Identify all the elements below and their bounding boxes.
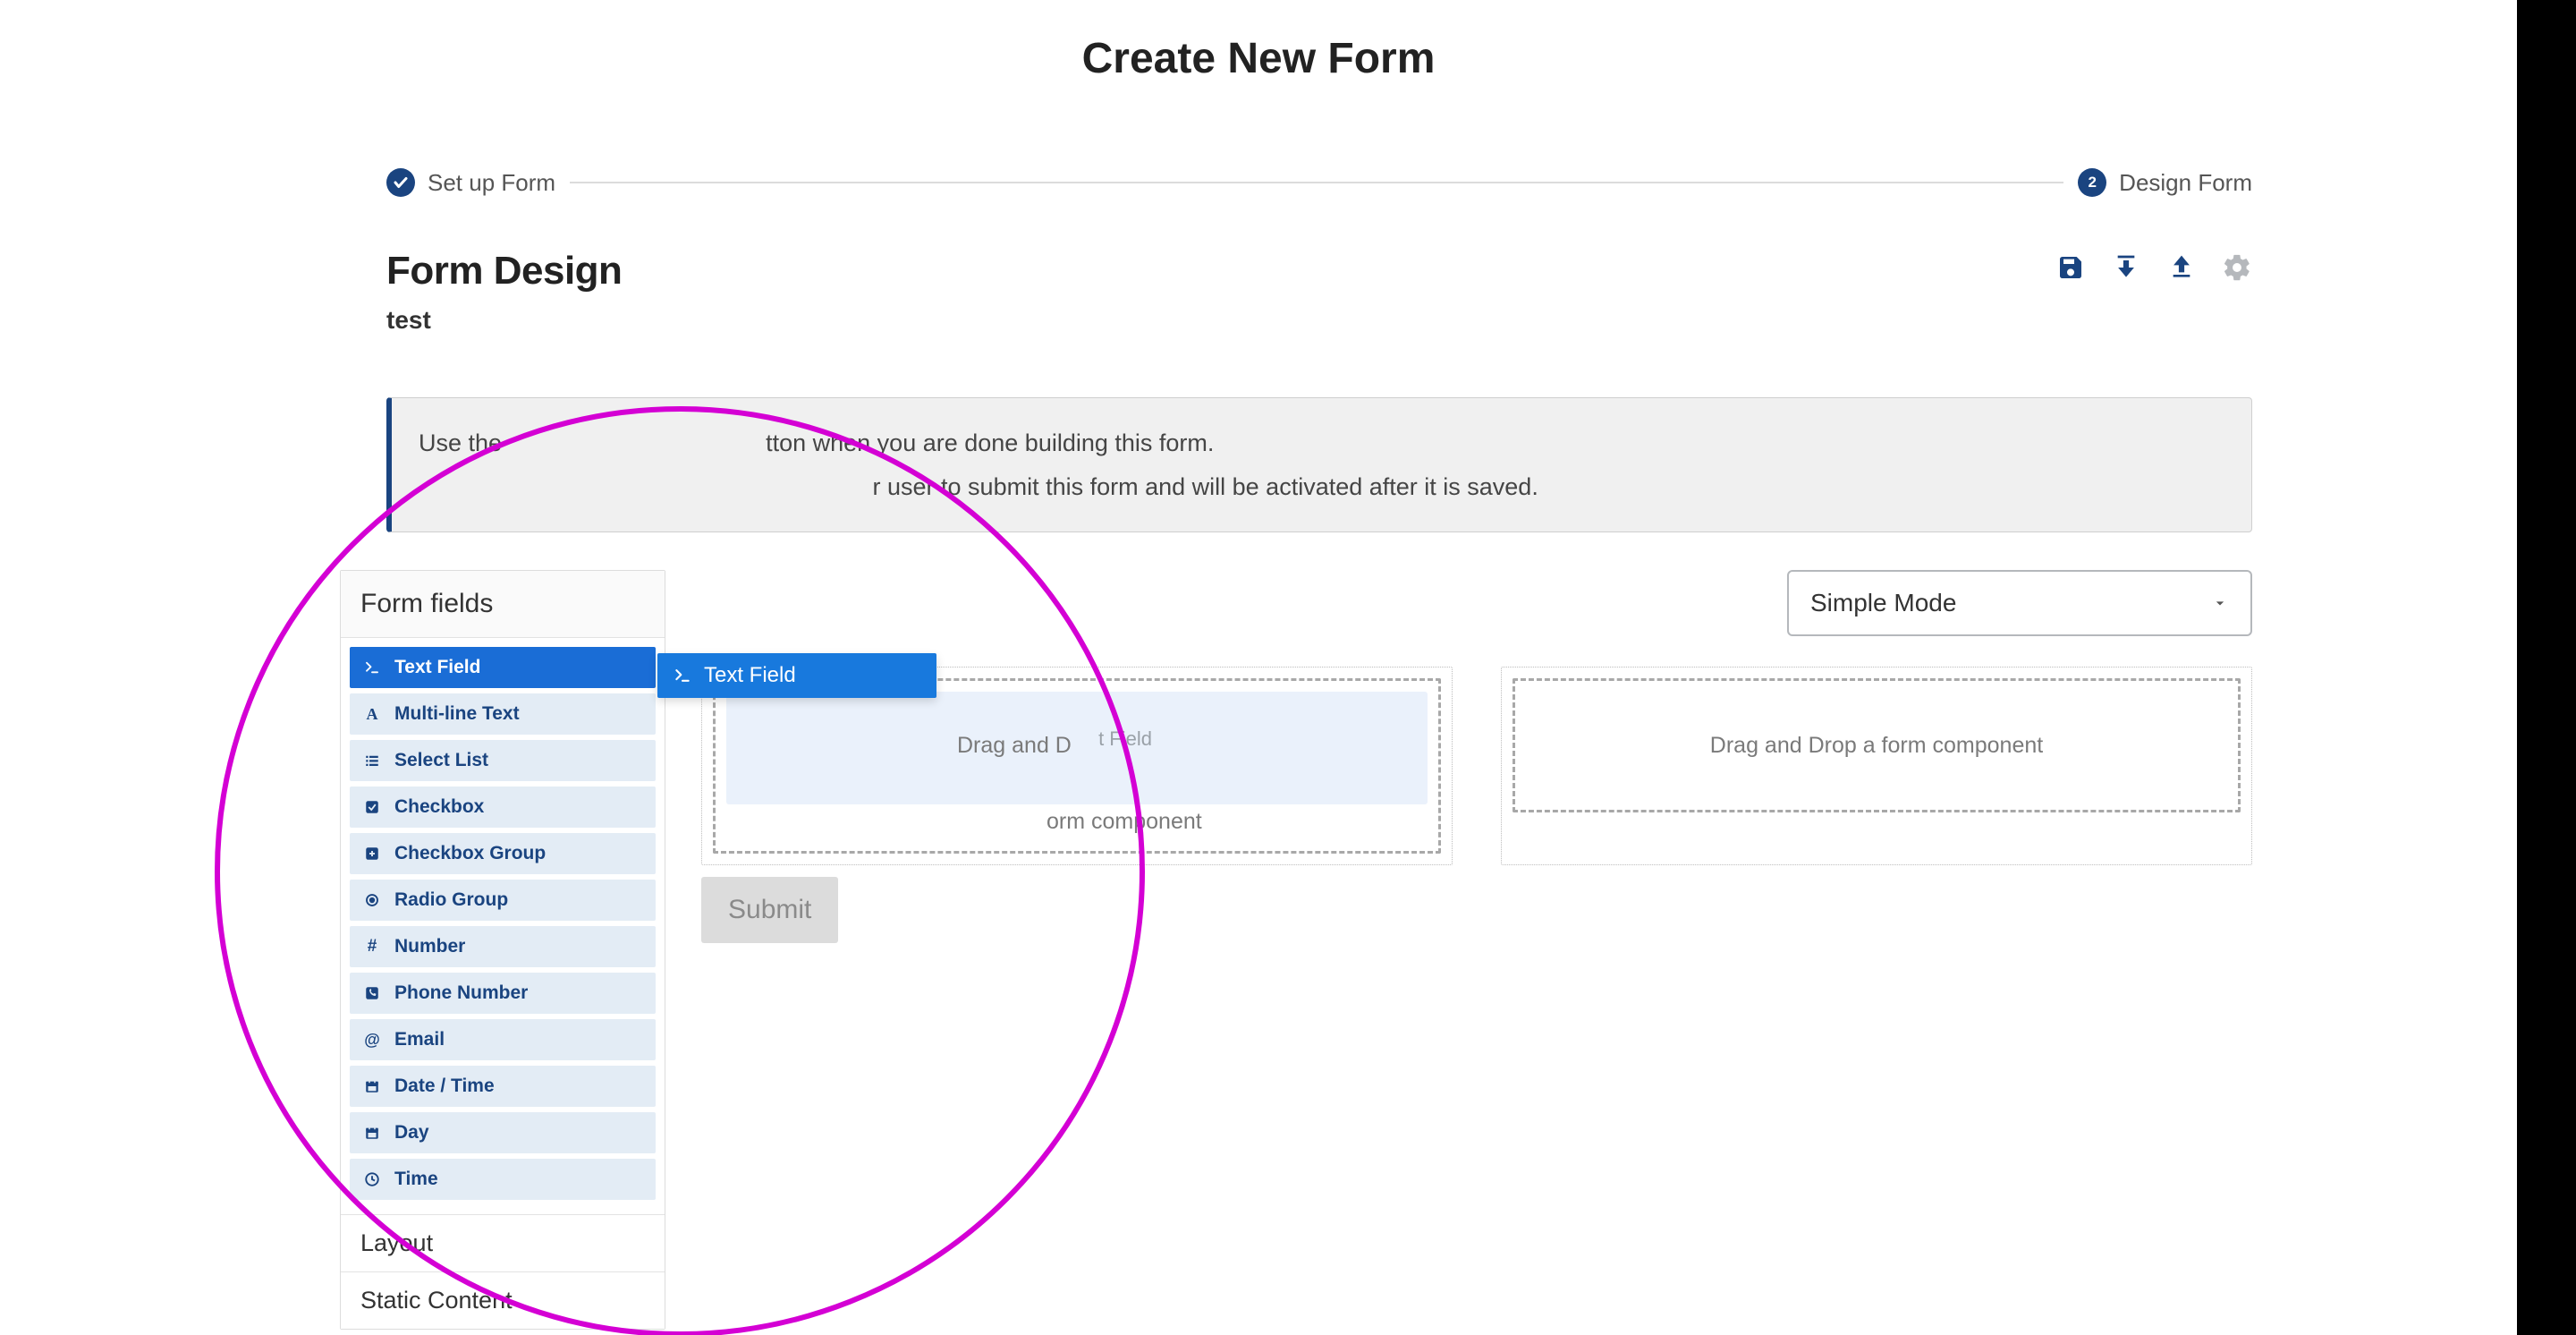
at-icon: @	[362, 1031, 382, 1050]
check-square-icon	[362, 799, 382, 815]
field-item-phone-number[interactable]: Phone Number	[350, 973, 656, 1014]
wizard-step-1[interactable]: Set up Form	[386, 168, 555, 197]
field-item-text-field[interactable]: Text Field	[350, 647, 656, 688]
field-item-checkbox-group[interactable]: Checkbox Group	[350, 833, 656, 874]
drop-zone-placeholder-field	[726, 692, 1428, 804]
canvas-column-2[interactable]: Drag and Drop a form component	[1501, 667, 2252, 865]
field-item-checkbox[interactable]: Checkbox	[350, 787, 656, 828]
field-item-radio-group[interactable]: Radio Group	[350, 880, 656, 921]
upload-icon[interactable]	[2166, 252, 2197, 283]
dot-circle-icon	[362, 892, 382, 908]
field-item-multi-line-text[interactable]: A Multi-line Text	[350, 693, 656, 735]
field-item-date-time[interactable]: Date / Time	[350, 1066, 656, 1107]
chevron-down-icon	[2211, 594, 2229, 612]
sidebar-category-static[interactable]: Static Content	[341, 1271, 665, 1329]
toolbar	[2055, 252, 2252, 283]
drag-ghost-label: Text Field	[704, 663, 796, 688]
wizard-steps: Set up Form 2 Design Form	[386, 165, 2252, 200]
sidebar-category-layout[interactable]: Layout	[341, 1214, 665, 1271]
wizard-step-1-label: Set up Form	[428, 169, 555, 197]
info-line1-suffix: tton when you are done building this for…	[766, 429, 1214, 456]
right-black-bar	[2517, 0, 2576, 1335]
wizard-step-2-number: 2	[2078, 168, 2106, 197]
drop-zone-field-hint: t Field	[1098, 727, 1152, 751]
clock-icon	[362, 1171, 382, 1187]
form-canvas: Simple Mode t Field Drag and D	[701, 570, 2252, 865]
field-item-label: Email	[394, 1029, 445, 1050]
field-item-label: Checkbox Group	[394, 843, 546, 864]
field-item-label: Multi-line Text	[394, 703, 520, 725]
terminal-icon	[362, 659, 382, 676]
drag-ghost-text-field: Text Field	[657, 653, 936, 698]
field-item-select-list[interactable]: Select List	[350, 740, 656, 781]
info-line2-suffix: r user to submit this form and will be a…	[873, 473, 1538, 500]
field-item-email[interactable]: @ Email	[350, 1019, 656, 1060]
field-item-time[interactable]: Time	[350, 1159, 656, 1200]
list-icon	[362, 753, 382, 769]
field-item-label: Number	[394, 936, 465, 957]
drop-text-col2: Drag and Drop a form component	[1710, 733, 2043, 759]
check-icon	[386, 168, 415, 197]
mode-select[interactable]: Simple Mode	[1787, 570, 2252, 636]
mode-select-value: Simple Mode	[1810, 589, 1956, 617]
sidebar-header[interactable]: Form fields	[341, 571, 665, 638]
section-title: Form Design	[386, 249, 2252, 293]
gear-icon[interactable]	[2222, 252, 2252, 283]
field-item-label: Select List	[394, 750, 488, 771]
info-banner: Use the tton when you are done building …	[386, 397, 2252, 532]
field-item-label: Phone Number	[394, 982, 528, 1004]
drop-zone-2[interactable]: Drag and Drop a form component	[1513, 678, 2241, 812]
wizard-step-2[interactable]: 2 Design Form	[2078, 168, 2252, 197]
page-title: Create New Form	[0, 34, 2517, 83]
field-item-label: Date / Time	[394, 1076, 495, 1097]
submit-button[interactable]: Submit	[701, 877, 838, 943]
field-item-day[interactable]: Day	[350, 1112, 656, 1153]
terminal-icon	[674, 667, 691, 685]
info-line1-prefix: Use the	[419, 429, 502, 456]
wizard-step-2-label: Design Form	[2119, 169, 2252, 197]
drop-zone-1[interactable]: t Field Drag and D orm component	[713, 678, 1441, 854]
calendar-icon	[362, 1078, 382, 1094]
plus-square-icon	[362, 846, 382, 862]
drop-text-col1b: orm component	[1046, 809, 1202, 834]
phone-square-icon	[362, 985, 382, 1001]
field-item-label: Day	[394, 1122, 429, 1144]
field-item-label: Time	[394, 1169, 438, 1190]
field-item-label: Checkbox	[394, 796, 484, 818]
download-icon[interactable]	[2111, 252, 2141, 283]
field-item-number[interactable]: # Number	[350, 926, 656, 967]
hash-icon: #	[362, 937, 382, 957]
sidebar-list: Text Field A Multi-line Text Select List Che…	[341, 638, 665, 1214]
field-item-label: Radio Group	[394, 889, 508, 911]
section-subtitle: test	[386, 306, 2252, 335]
calendar-icon	[362, 1125, 382, 1141]
wizard-connector	[570, 182, 2063, 183]
form-fields-sidebar: Form fields Text Field A Multi-line Text Se…	[340, 570, 665, 1330]
font-icon: A	[362, 705, 382, 724]
field-item-label: Text Field	[394, 657, 480, 678]
drop-text-col1a: Drag and D	[957, 733, 1072, 758]
save-icon[interactable]	[2055, 252, 2086, 283]
